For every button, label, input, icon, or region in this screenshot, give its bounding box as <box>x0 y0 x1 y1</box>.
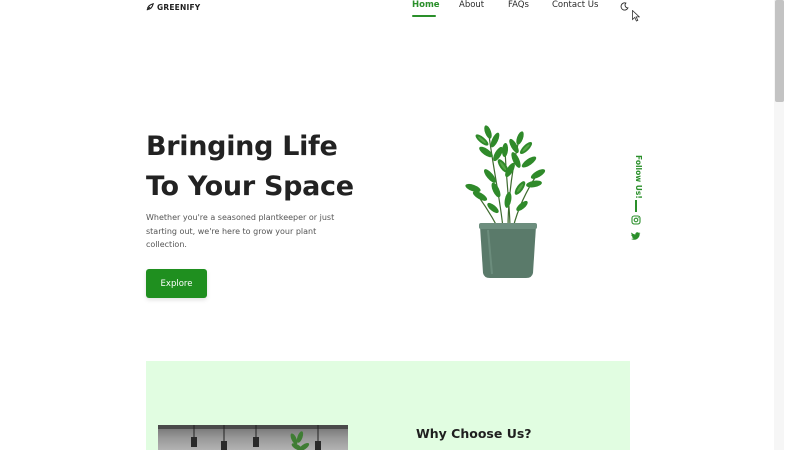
potted-plant-image <box>465 125 546 278</box>
why-choose-us-title: Why Choose Us? <box>416 426 532 441</box>
brand-logo[interactable]: GREENIFY <box>146 1 200 13</box>
moon-icon <box>620 1 629 10</box>
site-header: GREENIFY Home About FAQs Contact Us <box>0 0 784 20</box>
follow-divider <box>635 200 637 212</box>
hero-title-line-1: Bringing Life <box>146 131 338 162</box>
theme-toggle-button[interactable] <box>618 0 630 12</box>
follow-us-label: Follow Us! <box>634 155 643 199</box>
hanging-lamps-illustration <box>158 425 348 450</box>
brand-name: GREENIFY <box>157 2 201 12</box>
explore-button[interactable]: Explore <box>146 269 207 298</box>
nav-about[interactable]: About <box>459 0 484 11</box>
nav-faqs[interactable]: FAQs <box>508 0 529 11</box>
nav-contact[interactable]: Contact Us <box>552 0 598 11</box>
mouse-cursor-icon <box>632 10 640 22</box>
hero-subtitle: Whether you're a seasoned plantkeeper or… <box>146 213 335 249</box>
twitter-icon[interactable] <box>631 231 641 241</box>
scrollbar-thumb[interactable] <box>775 0 784 102</box>
follow-us-sidebar: Follow Us! <box>629 155 643 245</box>
why-choose-us-section: Why Choose Us? <box>146 361 630 450</box>
nav-home[interactable]: Home <box>412 0 440 11</box>
hero-title-line-2: To Your Space <box>146 171 354 202</box>
why-section-image <box>158 425 348 450</box>
nav-active-indicator <box>412 15 436 17</box>
instagram-icon[interactable] <box>631 215 641 225</box>
hero-title: Bringing Life To Your Space <box>146 127 396 207</box>
leaf-icon <box>146 3 154 11</box>
